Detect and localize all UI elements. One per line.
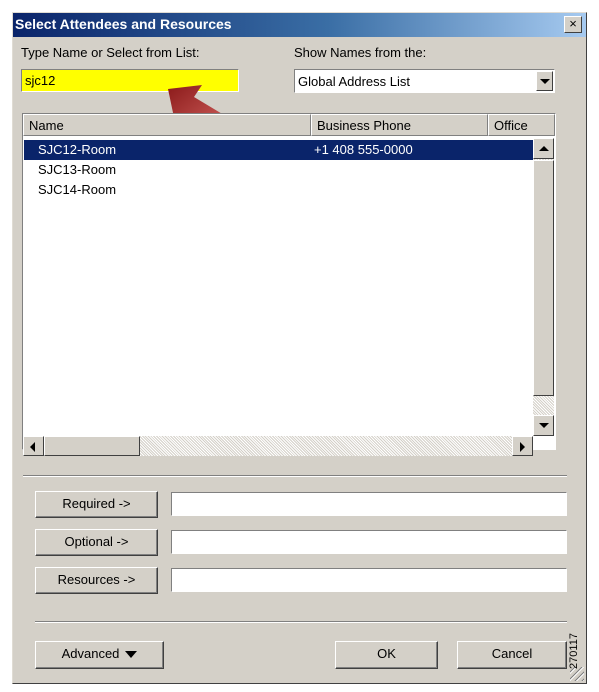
optional-field[interactable] (171, 530, 567, 554)
address-book-select[interactable]: Global Address List (294, 69, 555, 93)
column-header-name[interactable]: Name (23, 114, 311, 136)
row-name: SJC12-Room (38, 142, 117, 157)
ok-button[interactable]: OK (335, 641, 438, 669)
row-name: SJC13-Room (38, 162, 117, 177)
scroll-down-icon (539, 423, 549, 428)
scroll-up-icon (539, 146, 549, 151)
vertical-scrollbar[interactable] (533, 138, 554, 436)
cancel-button[interactable]: Cancel (457, 641, 567, 669)
list-item[interactable]: SJC14-Room (24, 180, 535, 200)
scroll-right-icon (520, 442, 525, 452)
dialog-title: Select Attendees and Resources (15, 16, 232, 32)
column-header-office[interactable]: Office (488, 114, 555, 136)
title-bar[interactable]: Select Attendees and Resources × (13, 13, 586, 37)
advanced-button[interactable]: Advanced (35, 641, 164, 669)
vertical-scroll-thumb[interactable] (533, 160, 554, 396)
scroll-down-button[interactable] (533, 415, 554, 436)
horizontal-scrollbar[interactable] (23, 436, 533, 456)
list-item[interactable]: SJC12-Room +1 408 555-0000 (24, 140, 535, 160)
figure-id-text: 270117 (567, 633, 580, 669)
required-button-label: Required -> (62, 496, 131, 511)
address-book-label: Show Names from the: (294, 45, 426, 60)
search-label-text: Type Name or Select from List: (21, 45, 200, 60)
search-label: Type Name or Select from List: (21, 45, 199, 60)
cancel-button-label: Cancel (491, 646, 533, 661)
select-attendees-dialog: Select Attendees and Resources × Type Na… (12, 12, 587, 684)
chevron-down-icon (125, 651, 138, 659)
close-icon: × (569, 16, 577, 31)
scroll-up-button[interactable] (533, 138, 554, 159)
ok-button-label: OK (377, 646, 396, 661)
scroll-right-button[interactable] (512, 436, 533, 456)
footer-separator (35, 621, 567, 623)
address-book-dropdown-button[interactable] (536, 71, 553, 91)
address-book-label-text: Show Names from the: (294, 45, 427, 60)
row-name: SJC14-Room (38, 182, 117, 197)
column-header-business-phone[interactable]: Business Phone (311, 114, 488, 136)
horizontal-scroll-thumb[interactable] (44, 436, 140, 456)
required-button[interactable]: Required -> (35, 491, 158, 518)
resize-grip-icon[interactable] (570, 667, 584, 681)
required-field[interactable] (171, 492, 567, 516)
scroll-left-button[interactable] (23, 436, 44, 456)
close-button[interactable]: × (564, 16, 582, 33)
address-book-value: Global Address List (298, 74, 411, 89)
resources-field[interactable] (171, 568, 567, 592)
resources-button[interactable]: Resources -> (35, 567, 158, 594)
scroll-left-icon (30, 442, 35, 452)
separator (23, 475, 567, 477)
list-item[interactable]: SJC13-Room (24, 160, 535, 180)
optional-button-label: Optional -> (64, 534, 129, 549)
resources-button-label: Resources -> (57, 572, 136, 587)
optional-button[interactable]: Optional -> (35, 529, 158, 556)
address-list[interactable]: Name Business Phone Office SJC12-Room +1… (22, 113, 556, 456)
advanced-button-label: Advanced (61, 646, 120, 661)
row-phone: +1 408 555-0000 (314, 142, 413, 157)
dropdown-arrow-icon (540, 79, 550, 84)
figure-id: 270117 (568, 615, 599, 692)
